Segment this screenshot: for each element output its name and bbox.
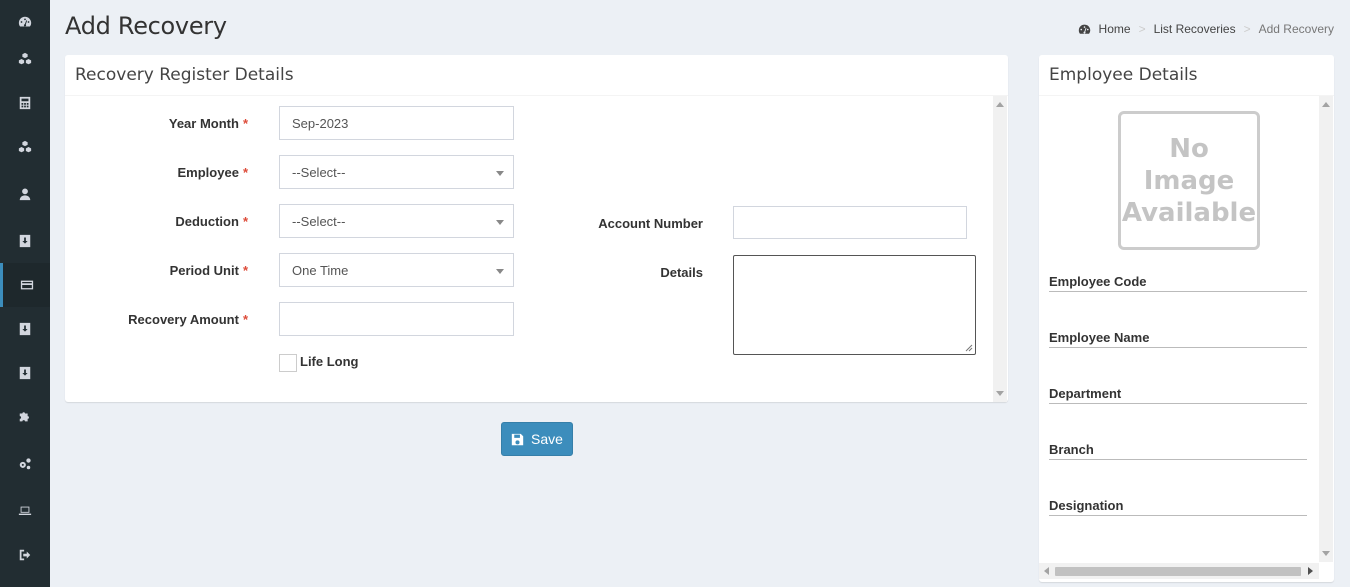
cogs-icon [19,458,31,470]
sidebar-item-download-2[interactable] [0,307,50,351]
required-marker: * [242,214,248,229]
credit-card-icon [20,280,33,290]
recovery-register-panel: Recovery Register Details Year Month * Se… [65,55,1008,402]
sidebar-item-logout[interactable] [0,533,50,577]
breadcrumb-current: Add Recovery [1258,22,1334,36]
branch-field: Branch [1049,442,1307,460]
employee-label-text: Employee [177,165,239,180]
sidebar-item-calculator[interactable] [0,81,50,125]
horizontal-scrollbar[interactable] [1039,563,1319,579]
department-field: Department [1049,386,1307,404]
scrollbar-thumb[interactable] [1055,567,1301,576]
sidebar [0,0,50,587]
divider [1039,95,1334,96]
caret-down-icon [496,269,504,274]
sidebar-item-settings[interactable] [0,442,50,486]
year-month-value: Sep-2023 [292,115,349,131]
required-marker: * [242,263,248,278]
employee-photo-placeholder: No Image Available [1118,111,1260,250]
dashboard-icon [18,16,32,27]
placeholder-text-line: Image [1143,165,1235,196]
laptop-icon [18,506,32,515]
cubes-icon [18,52,32,65]
sidebar-item-laptop[interactable] [0,489,50,533]
user-icon [19,188,31,201]
download-icon [19,322,31,336]
page-title: Add Recovery [65,12,227,40]
life-long-label: Life Long [300,354,359,369]
employee-select[interactable]: --Select-- [279,155,514,189]
designation-field: Designation [1049,498,1307,516]
sidebar-item-puzzle[interactable] [0,395,50,439]
vertical-scrollbar[interactable] [993,96,1007,402]
life-long-checkbox[interactable] [279,354,297,372]
breadcrumb-home-link[interactable]: Home [1099,22,1131,36]
required-marker: * [242,312,248,327]
scroll-up-arrow-icon[interactable] [1322,102,1330,107]
download-icon [19,366,31,380]
breadcrumb-separator: > [1243,22,1251,36]
panel-title: Recovery Register Details [75,65,294,85]
year-month-input[interactable]: Sep-2023 [279,106,514,140]
panel-title: Employee Details [1049,65,1198,85]
employee-select-value: --Select-- [292,164,346,180]
scroll-right-arrow-icon[interactable] [1308,567,1313,575]
sign-out-icon [19,549,31,561]
scroll-up-arrow-icon[interactable] [996,102,1004,107]
breadcrumb-separator: > [1138,22,1146,36]
sidebar-item-download-1[interactable] [0,219,50,263]
account-number-input[interactable] [733,206,967,239]
sidebar-item-cubes[interactable] [0,37,50,81]
employee-label: Employee * [178,165,248,180]
deduction-label-text: Deduction [175,214,239,229]
breadcrumb: Home > List Recoveries > Add Recovery [1078,22,1334,36]
recovery-amount-input[interactable] [279,302,514,336]
deduction-label: Deduction * [175,214,248,229]
calculator-icon [19,96,31,110]
divider [65,95,1008,96]
period-unit-label: Period Unit * [170,263,248,278]
floppy-disk-icon [511,433,524,445]
scroll-down-arrow-icon[interactable] [1322,551,1330,556]
breadcrumb-list-link[interactable]: List Recoveries [1154,22,1236,36]
caret-down-icon [496,220,504,225]
download-icon [19,234,31,248]
details-textarea[interactable] [733,255,976,355]
required-marker: * [242,165,248,180]
employee-code-field: Employee Code [1049,274,1307,292]
cubes-icon [18,140,32,153]
puzzle-icon [19,412,29,422]
period-unit-select[interactable]: One Time [279,253,514,287]
recovery-amount-label-text: Recovery Amount [128,312,239,327]
sidebar-item-recoveries[interactable] [0,263,50,307]
placeholder-text-line: Available [1121,197,1257,228]
period-unit-label-text: Period Unit [169,263,239,278]
account-number-label: Account Number [598,216,703,231]
save-button-label: Save [531,431,563,447]
scroll-left-arrow-icon[interactable] [1044,567,1049,575]
sidebar-item-download-3[interactable] [0,351,50,395]
year-month-label: Year Month * [169,116,248,131]
sidebar-item-cubes-2[interactable] [0,125,50,169]
employee-details-panel: Employee Details No Image Available Empl… [1039,55,1334,582]
employee-name-field: Employee Name [1049,330,1307,348]
period-unit-select-value: One Time [292,262,349,278]
sidebar-item-user[interactable] [0,172,50,216]
resize-grip-icon[interactable] [965,344,973,352]
scroll-down-arrow-icon[interactable] [996,391,1004,396]
vertical-scrollbar[interactable] [1319,96,1333,562]
save-button[interactable]: Save [501,422,573,456]
recovery-amount-label: Recovery Amount * [128,312,248,327]
caret-down-icon [496,171,504,176]
details-label: Details [660,265,703,280]
deduction-select[interactable]: --Select-- [279,204,514,238]
year-month-label-text: Year Month [168,116,239,131]
placeholder-text-line: No [1169,133,1209,164]
required-marker: * [242,116,248,131]
deduction-select-value: --Select-- [292,213,346,229]
dashboard-icon [1078,24,1090,34]
